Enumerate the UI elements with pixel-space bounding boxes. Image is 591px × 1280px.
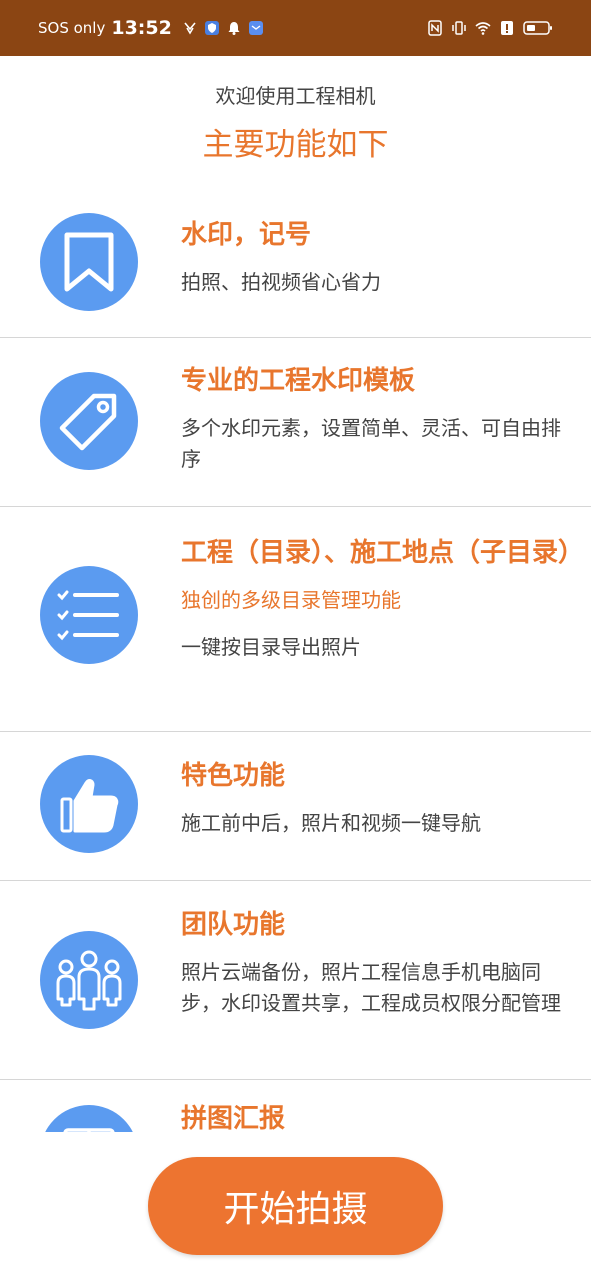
team-icon — [56, 950, 122, 1011]
feature-desc: 施工前中后，照片和视频一键导航 — [181, 811, 481, 835]
feature-icon-circle — [40, 1105, 138, 1132]
feature-title: 团队功能 — [181, 910, 286, 940]
feature-item-special: 特色功能 施工前中后，照片和视频一键导航 — [0, 732, 591, 881]
feature-icon-circle — [40, 372, 138, 470]
feature-icon-circle — [40, 755, 138, 853]
feature-desc-accent: 独创的多级目录管理功能 — [181, 588, 401, 612]
feature-icon-circle — [40, 931, 138, 1029]
sos-label: SOS only — [38, 19, 106, 37]
feature-desc: 一键按目录导出照片 — [181, 635, 361, 659]
app-notification-icon — [184, 22, 196, 35]
page-title: 主要功能如下 — [202, 127, 389, 163]
feature-item-team: 团队功能 照片云端备份，照片工程信息手机电脑同步，水印设置共享，工程成员权限分配… — [0, 881, 591, 1080]
feature-item-template: 专业的工程水印模板 多个水印元素，设置简单、灵活、可自由排序 — [0, 338, 591, 507]
feature-title: 工程（目录）、施工地点（子目录） — [181, 538, 585, 568]
bookmark-icon — [64, 232, 114, 292]
feature-title: 拼图汇报 — [181, 1104, 286, 1132]
vibrate-icon — [452, 21, 466, 35]
status-bar: SOS only 13:52 — [0, 0, 591, 56]
wifi-icon — [475, 22, 491, 35]
feature-desc: 照片云端备份，照片工程信息手机电脑同步，水印设置共享，工程成员权限分配管理 — [181, 960, 561, 1015]
feature-icon-circle — [40, 566, 138, 664]
thumbs-up-icon — [60, 779, 119, 833]
feature-item-collage: 拼图汇报 — [0, 1080, 591, 1132]
feature-title: 水印，记号 — [181, 220, 312, 250]
feature-item-watermark: 水印，记号 拍照、拍视频省心省力 — [0, 180, 591, 338]
battery-icon — [523, 21, 552, 35]
feature-title: 专业的工程水印模板 — [181, 366, 416, 396]
alert-icon — [501, 21, 513, 35]
header: 欢迎使用工程相机 主要功能如下 — [0, 80, 591, 164]
nfc-icon — [428, 20, 442, 36]
feature-item-directory: 工程（目录）、施工地点（子目录） 独创的多级目录管理功能 一键按目录导出照片 — [0, 507, 591, 732]
feature-icon-circle — [40, 213, 138, 311]
bell-icon — [228, 22, 240, 35]
feature-desc: 多个水印元素，设置简单、灵活、可自由排序 — [181, 416, 561, 471]
tag-icon — [59, 393, 117, 451]
feature-desc: 拍照、拍视频省心省力 — [181, 270, 381, 294]
welcome-text: 欢迎使用工程相机 — [215, 84, 376, 108]
bottom-area: 开始拍摄 — [0, 1132, 591, 1280]
clock: 13:52 — [111, 17, 172, 39]
list-icon — [57, 590, 119, 641]
feature-title: 特色功能 — [181, 761, 286, 791]
mail-app-icon — [248, 21, 263, 35]
puzzle-icon — [63, 1128, 115, 1132]
shield-icon — [204, 21, 219, 35]
start-shooting-button[interactable]: 开始拍摄 — [148, 1157, 443, 1255]
feature-list[interactable]: 水印，记号 拍照、拍视频省心省力 专业的工程水印模板 多个水印元素，设置简单、灵… — [0, 180, 591, 1132]
